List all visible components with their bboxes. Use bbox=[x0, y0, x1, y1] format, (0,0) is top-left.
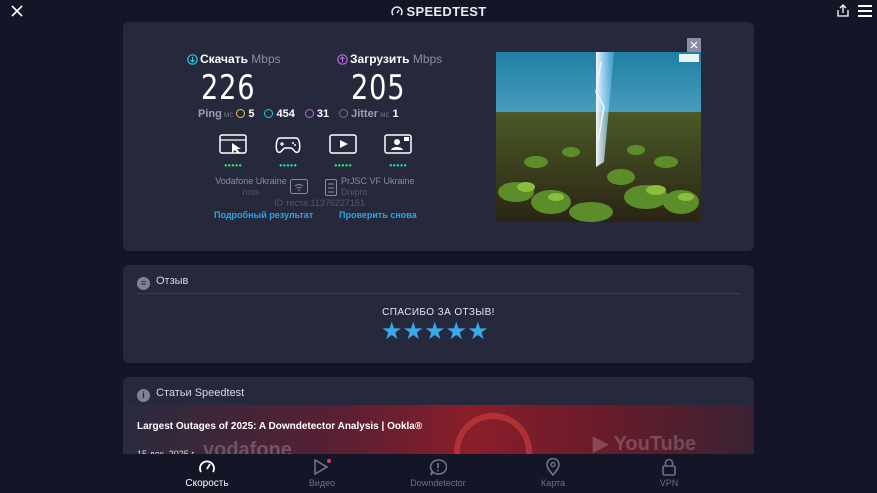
server-info: PrJSC VF Ukraine Dnipro bbox=[341, 176, 419, 198]
isp-sub: ross bbox=[242, 187, 260, 197]
app-title: SPEEDTEST bbox=[406, 4, 487, 19]
map-pin-icon bbox=[546, 458, 560, 476]
nav-downdetector[interactable]: Downdetector bbox=[398, 458, 478, 488]
nav-video-label: Видео bbox=[308, 478, 336, 488]
ping-unit: мс bbox=[223, 110, 234, 119]
feedback-card: ≡ Отзыв СПАСИБО ЗА ОТЗЫВ! ★★★★★ bbox=[123, 265, 754, 363]
result-card: Скачать Mbps 226 Загрузить Mbps 205 Ping… bbox=[123, 22, 754, 251]
ad-choices-icon[interactable] bbox=[679, 54, 699, 62]
video-streaming-rating: ●●●●● bbox=[333, 163, 353, 169]
isp-name: Vodafone Ukraine bbox=[215, 176, 287, 186]
upload-value: 205 bbox=[351, 68, 406, 108]
ad-close-icon[interactable] bbox=[687, 38, 701, 52]
download-unit: Mbps bbox=[251, 52, 281, 66]
youtube-watermark: ▶ YouTube bbox=[593, 433, 697, 455]
star-icon[interactable]: ★ bbox=[467, 319, 489, 345]
wifi-icon bbox=[290, 179, 308, 194]
jitter-label: Jitter bbox=[351, 108, 378, 120]
nav-downdetector-label: Downdetector bbox=[410, 478, 466, 488]
web-browsing-score[interactable]: ●●●●● bbox=[218, 134, 248, 169]
ad-image[interactable] bbox=[496, 52, 701, 222]
articles-header: i Статьи Speedtest bbox=[137, 387, 244, 402]
upload-arrow-icon bbox=[337, 54, 348, 65]
download-value: 226 bbox=[201, 68, 256, 108]
ping-upload-value: 31 bbox=[316, 108, 330, 120]
feedback-icon: ≡ bbox=[137, 277, 150, 290]
download-arrow-icon bbox=[187, 54, 198, 65]
nav-speed[interactable]: Скорость bbox=[167, 458, 247, 489]
jitter-icon bbox=[339, 109, 349, 118]
server-icon bbox=[325, 179, 337, 196]
share-icon[interactable] bbox=[836, 4, 850, 18]
rating-stars: ★★★★★ bbox=[381, 319, 489, 345]
ping-download-value: 454 bbox=[276, 108, 295, 120]
info-icon: i bbox=[137, 389, 150, 402]
hamburger-menu-icon[interactable] bbox=[858, 5, 872, 17]
gaming-rating: ●●●●● bbox=[278, 163, 298, 169]
nav-vpn[interactable]: VPN bbox=[629, 458, 709, 488]
upload-unit: Mbps bbox=[412, 52, 443, 66]
feedback-thanks: СПАСИБО ЗА ОТЗЫВ! bbox=[382, 307, 495, 318]
upload-ping-icon bbox=[304, 109, 314, 118]
test-id: ID теста 11376227151 bbox=[274, 198, 365, 208]
star-icon[interactable]: ★ bbox=[403, 319, 425, 345]
idle-ping-icon bbox=[236, 109, 246, 118]
nav-map-label: Карта bbox=[540, 478, 566, 488]
test-again-link[interactable]: Проверить снова bbox=[339, 210, 417, 220]
web-browsing-icon bbox=[219, 134, 247, 154]
upload-label: Загрузить bbox=[350, 52, 410, 66]
gaming-icon bbox=[275, 137, 301, 154]
download-ping-icon bbox=[264, 109, 274, 118]
ping-label: Ping bbox=[198, 108, 222, 120]
feedback-title: Отзыв bbox=[156, 275, 189, 287]
top-bar: SPEEDTEST bbox=[0, 0, 877, 22]
video-chat-icon bbox=[384, 134, 412, 154]
star-icon[interactable]: ★ bbox=[446, 319, 468, 345]
jitter-unit: мс bbox=[379, 110, 390, 119]
web-browsing-rating: ●●●●● bbox=[223, 163, 243, 169]
speedometer-logo-icon bbox=[390, 6, 403, 16]
article-title: Largest Outages of 2025: A Downdetector … bbox=[137, 421, 423, 432]
app-logo: SPEEDTEST bbox=[0, 4, 877, 19]
nav-map[interactable]: Карта bbox=[513, 458, 593, 488]
detailed-result-link[interactable]: Подробный результат bbox=[214, 210, 313, 220]
ping-idle-value: 5 bbox=[248, 108, 255, 120]
video-streaming-score[interactable]: ●●●●● bbox=[328, 134, 358, 169]
bottom-navigation: Скорость Видео Downdetector Карта VPN bbox=[0, 454, 877, 493]
upload-metric: Загрузить Mbps 205 bbox=[337, 52, 442, 108]
download-label: Скачать bbox=[200, 52, 248, 66]
nav-speed-label: Скорость bbox=[185, 478, 229, 489]
server-name: PrJSC VF Ukraine bbox=[341, 176, 415, 186]
nav-video[interactable]: Видео bbox=[282, 458, 362, 488]
play-icon bbox=[314, 459, 331, 475]
lock-icon bbox=[662, 458, 676, 476]
server-city: Dnipro bbox=[341, 187, 368, 197]
download-metric: Скачать Mbps 226 bbox=[187, 52, 281, 108]
feedback-header: ≡ Отзыв bbox=[137, 275, 188, 290]
speedometer-icon bbox=[199, 460, 215, 473]
video-streaming-icon bbox=[329, 134, 357, 154]
divider bbox=[137, 293, 740, 294]
articles-title: Статьи Speedtest bbox=[156, 387, 245, 399]
gaming-score[interactable]: ●●●●● bbox=[273, 134, 303, 169]
ad-banner[interactable] bbox=[496, 52, 701, 222]
jitter-value: 1 bbox=[392, 108, 399, 120]
ping-jitter-row: Ping мс 5 454 31 Jitter мс 1 bbox=[198, 108, 409, 120]
video-chat-rating: ●●●●● bbox=[388, 163, 408, 169]
alert-bubble-icon bbox=[429, 458, 447, 475]
star-icon[interactable]: ★ bbox=[424, 319, 446, 345]
isp-info: Vodafone Ukraine ross bbox=[213, 176, 289, 198]
video-chat-score[interactable]: ●●●●● bbox=[383, 134, 413, 169]
nav-vpn-label: VPN bbox=[659, 478, 679, 488]
star-icon[interactable]: ★ bbox=[381, 319, 403, 345]
